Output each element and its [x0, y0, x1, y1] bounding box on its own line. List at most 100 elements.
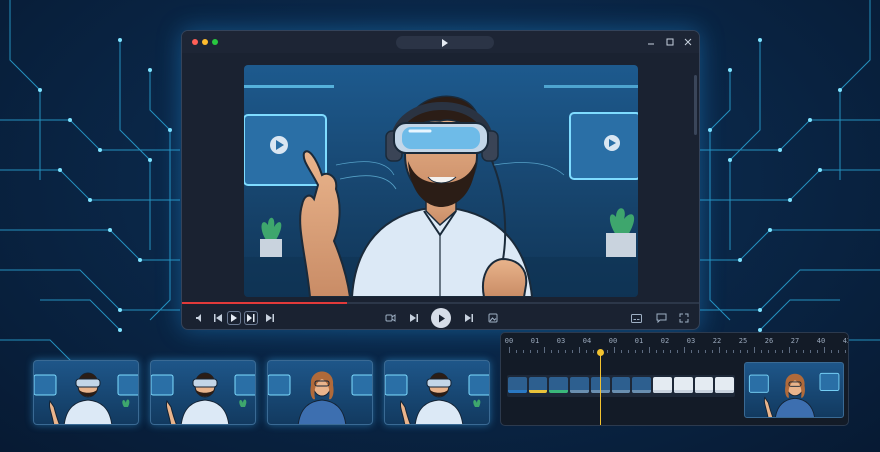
ruler-tick	[705, 350, 706, 353]
timeline-track[interactable]	[507, 375, 735, 397]
next-icon[interactable]	[262, 310, 278, 326]
ruler-tick	[530, 350, 531, 353]
woman-presenter-preview	[748, 372, 840, 417]
timeline-clip[interactable]	[694, 377, 714, 393]
ruler-tick	[831, 350, 832, 353]
ruler-tick	[663, 350, 664, 353]
ruler-tick	[740, 350, 741, 353]
volume-icon[interactable]	[192, 310, 208, 326]
timeline-preview-frame	[744, 362, 844, 418]
ruler-tick-label: 01	[634, 337, 644, 345]
ruler-tick	[649, 347, 650, 353]
zoom-dot[interactable]	[212, 39, 218, 45]
clip-color-bar	[632, 390, 652, 393]
ruler-tick	[642, 350, 643, 353]
skip-forward-icon[interactable]	[244, 311, 258, 325]
playhead-line[interactable]	[600, 351, 602, 425]
close-dot[interactable]	[192, 39, 198, 45]
skip-back-icon[interactable]	[210, 310, 226, 326]
ruler-tick	[754, 347, 755, 353]
ruler-tick	[621, 350, 622, 353]
video-frame[interactable]	[244, 65, 638, 297]
ruler-tick	[726, 350, 727, 353]
control-bar	[182, 307, 699, 329]
clip-color-bar	[528, 390, 548, 393]
ruler-tick	[579, 347, 580, 353]
image-icon[interactable]	[485, 310, 501, 326]
timeline-clip[interactable]	[549, 377, 569, 393]
ruler-tick	[635, 350, 636, 353]
ruler-tick	[768, 350, 769, 353]
ruler-tick	[677, 350, 678, 353]
minimize-icon[interactable]	[644, 35, 658, 49]
background-screen-right	[569, 112, 638, 180]
minimize-dot[interactable]	[202, 39, 208, 45]
thumbnail-2[interactable]	[150, 360, 256, 425]
thumbnail-1[interactable]	[33, 360, 139, 425]
clip-color-bar	[570, 390, 589, 393]
thumbnail-3[interactable]	[267, 360, 373, 425]
video-illustration	[244, 85, 638, 297]
timeline-clip[interactable]	[715, 377, 734, 393]
play-icon[interactable]	[227, 311, 241, 325]
thumbnail-4[interactable]	[384, 360, 490, 425]
play-pause-icon[interactable]	[431, 308, 451, 328]
ruler-tick	[719, 347, 720, 353]
ruler-tick-label: 04	[582, 337, 592, 345]
clip-color-bar	[694, 390, 714, 393]
ruler-tick-label: 03	[686, 337, 696, 345]
timeline-clip[interactable]	[632, 377, 652, 393]
ruler-tick	[628, 350, 629, 353]
ruler-tick-label: 00	[504, 337, 514, 345]
close-icon[interactable]	[681, 35, 695, 49]
timeline-clip[interactable]	[611, 377, 631, 393]
ruler-tick	[845, 350, 846, 353]
camera-icon[interactable]	[382, 310, 398, 326]
ruler-tick	[593, 350, 594, 353]
ruler-tick-label: 00	[608, 337, 618, 345]
timeline-ruler[interactable]: 00 01 03 04 00 01 02 03 22 25 26 27 40 42	[501, 333, 848, 355]
vertical-scrollbar[interactable]	[694, 75, 697, 135]
title-bar	[182, 31, 699, 53]
frame-back-icon[interactable]	[406, 310, 422, 326]
ruler-tick	[824, 347, 825, 353]
ruler-tick	[572, 350, 573, 353]
maximize-icon[interactable]	[663, 35, 677, 49]
ruler-tick-label: 03	[556, 337, 566, 345]
timeline-clip[interactable]	[570, 377, 589, 393]
ruler-tick-label: 01	[530, 337, 540, 345]
progress-bar[interactable]	[182, 302, 699, 304]
clip-color-bar	[611, 390, 631, 393]
ruler-tick-label: 25	[738, 337, 748, 345]
woman-presenter-image	[268, 371, 372, 424]
timeline-clip[interactable]	[508, 377, 527, 393]
ruler-tick	[537, 350, 538, 353]
man-with-vr-headset-image	[385, 372, 489, 424]
ruler-tick	[670, 350, 671, 353]
ruler-tick-label: 22	[712, 337, 722, 345]
ruler-tick-label: 02	[660, 337, 670, 345]
frame-forward-icon[interactable]	[461, 310, 477, 326]
subtitles-icon[interactable]	[628, 310, 644, 326]
ruler-tick	[544, 347, 545, 353]
fullscreen-icon[interactable]	[676, 310, 692, 326]
ruler-tick	[775, 350, 776, 353]
timeline-clip[interactable]	[528, 377, 548, 393]
ruler-tick	[565, 350, 566, 353]
timeline-clip[interactable]	[653, 377, 672, 393]
chat-icon[interactable]	[653, 310, 669, 326]
ruler-tick	[586, 350, 587, 353]
ruler-tick	[712, 350, 713, 353]
ruler-tick	[803, 350, 804, 353]
ruler-tick	[614, 347, 615, 353]
progress-fill	[182, 302, 348, 304]
timeline-clip[interactable]	[673, 377, 693, 393]
play-icon	[442, 38, 448, 47]
plant-right	[606, 208, 636, 257]
ruler-tick	[684, 347, 685, 353]
man-with-vr-headset-image	[34, 372, 138, 424]
ruler-tick	[733, 350, 734, 353]
ruler-tick-label: 42	[842, 337, 848, 345]
ruler-tick	[747, 350, 748, 353]
ruler-tick-label: 40	[816, 337, 826, 345]
